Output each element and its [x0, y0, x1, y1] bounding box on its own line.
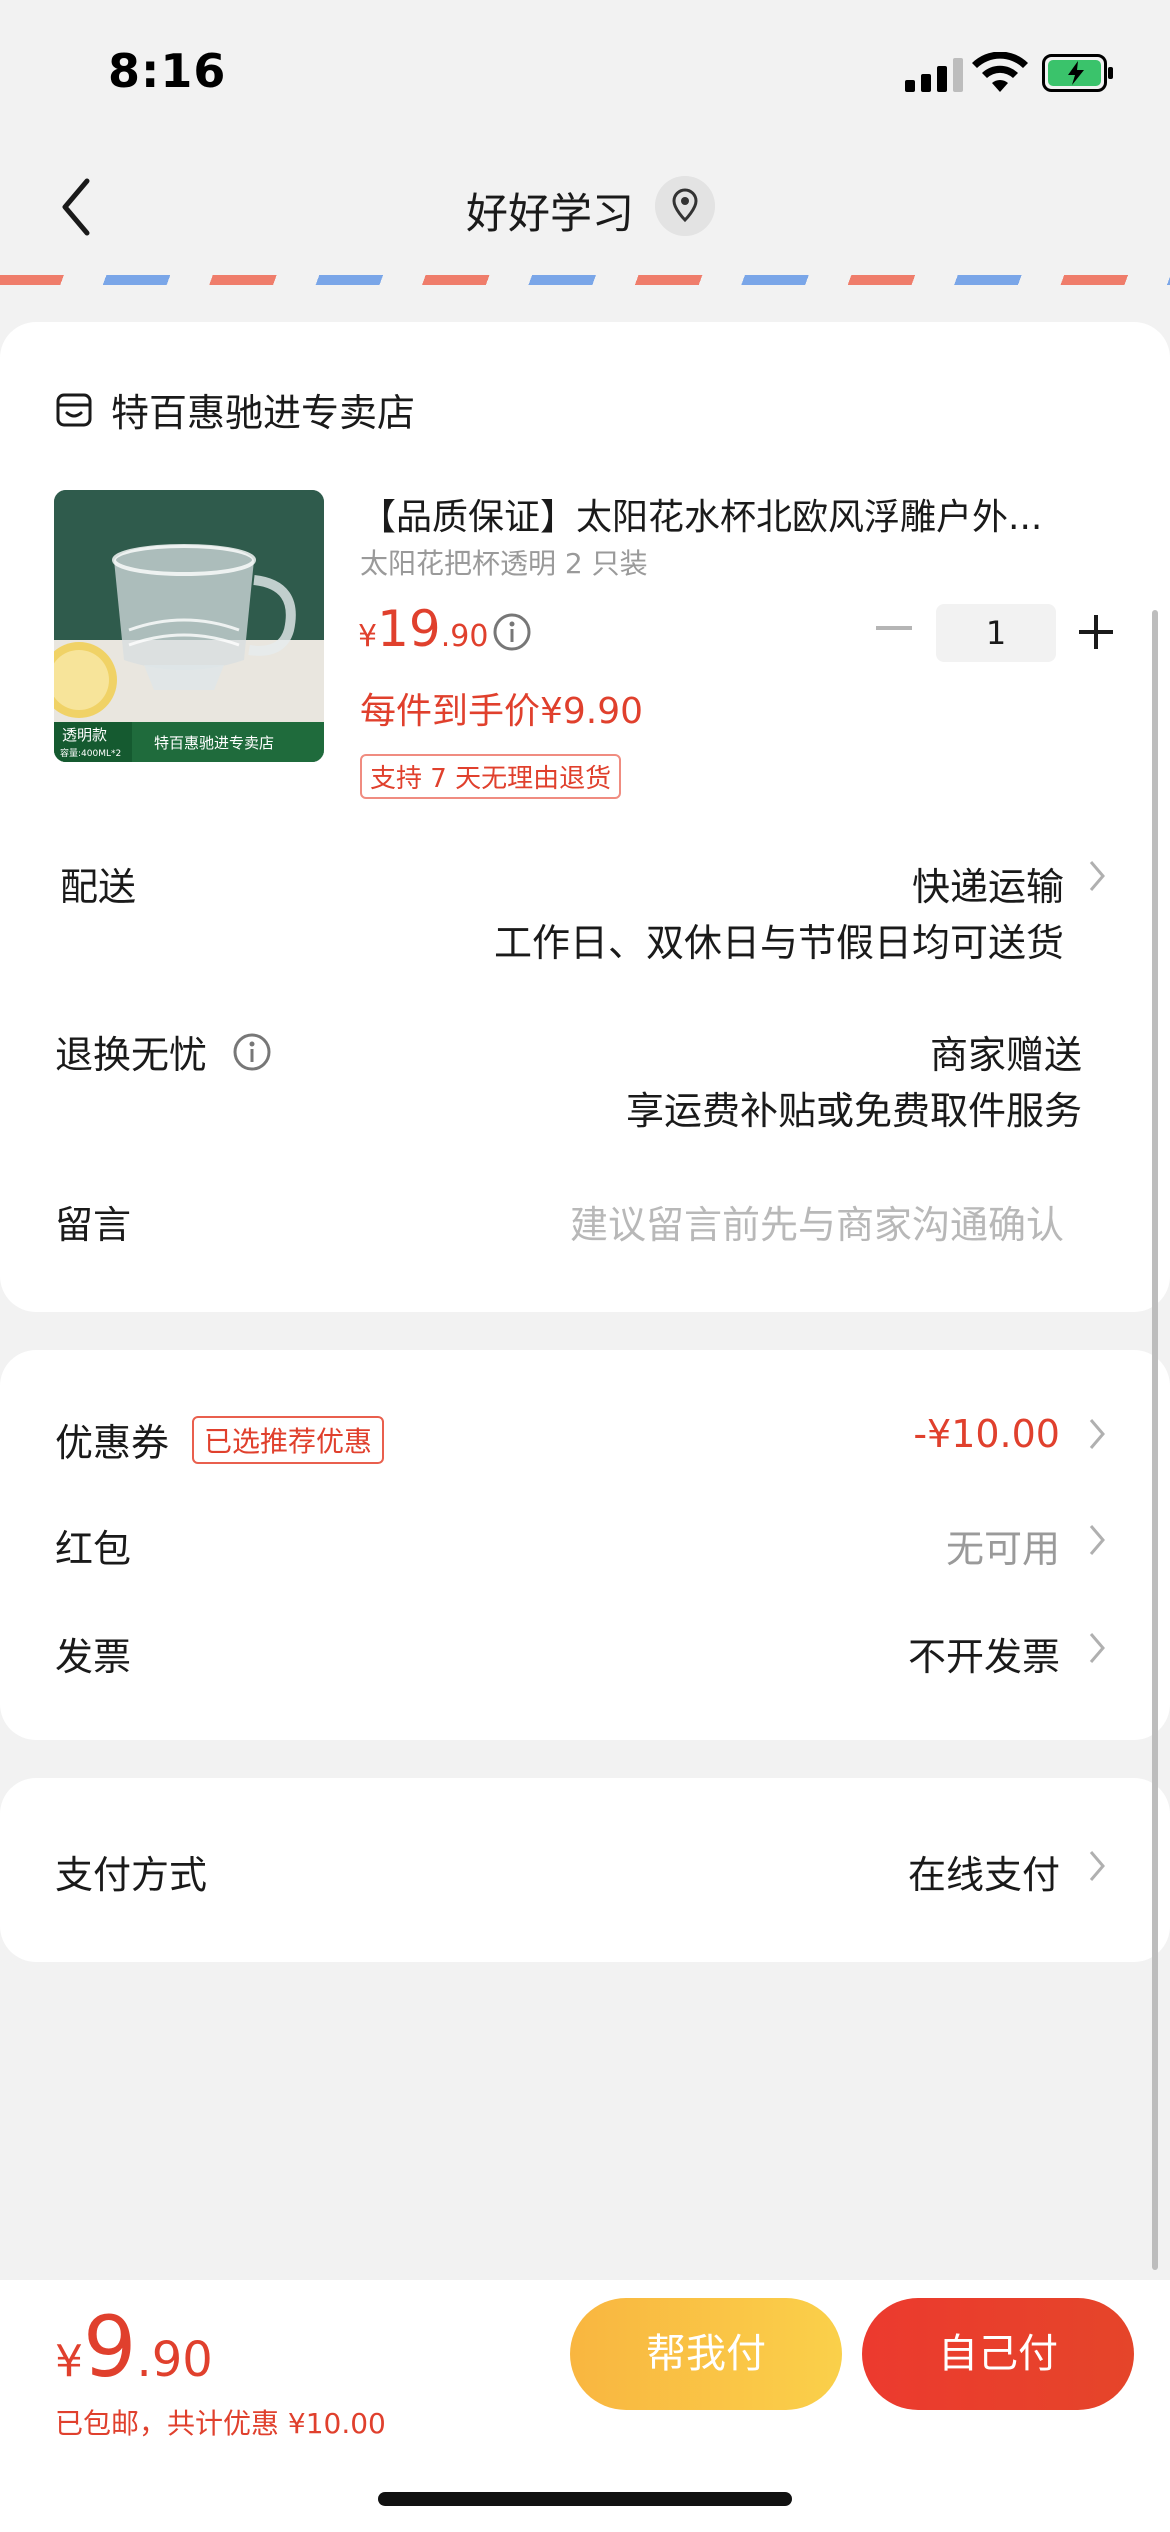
total-integer: 9 — [83, 2298, 137, 2396]
returns-value: 商家赠送 — [929, 1033, 1082, 1077]
quantity-decrease-button[interactable] — [876, 626, 912, 630]
checkout-bar: ¥ 9 .90 已包邮，共计优惠 ¥10.00 帮我付 自己付 — [0, 2280, 1170, 2532]
order-card: 特百惠驰进专卖店 透明款 容量:400ML*2 特百惠驰进专卖店 【品质保证】太… — [0, 322, 1170, 1312]
price-info-icon[interactable] — [492, 612, 532, 652]
coupon-chevron-icon[interactable] — [1088, 1416, 1106, 1452]
redpacket-label: 红包 — [55, 1527, 132, 1571]
location-pin-icon[interactable] — [655, 176, 715, 236]
payment-chevron-icon[interactable] — [1088, 1848, 1106, 1884]
coupon-recommend-badge: 已选推荐优惠 — [192, 1416, 385, 1464]
scrollbar[interactable] — [1152, 610, 1158, 2270]
returns-note: 享运费补贴或免费取件服务 — [625, 1089, 1082, 1133]
coupon-label: 优惠券 — [55, 1421, 170, 1465]
payment-card: 支付方式 在线支付 — [0, 1778, 1170, 1962]
total-symbol: ¥ — [55, 2336, 83, 2387]
unit-price: ¥ 19 .90 — [358, 600, 488, 658]
invoice-value[interactable]: 不开发票 — [908, 1626, 1060, 1681]
total-decimal: .90 — [136, 2332, 213, 2388]
image-capacity-text: 容量:400ML*2 — [60, 747, 121, 759]
price-symbol: ¥ — [358, 619, 378, 654]
help-pay-button[interactable]: 帮我付 — [570, 2298, 842, 2410]
checkout-page: 8:16 好好学习 特百惠驰进专卖店 透明款 容量:400ML*2 特百惠驰进专… — [0, 0, 1170, 2532]
invoice-label: 发票 — [55, 1635, 132, 1679]
discount-card: 优惠券 已选推荐优惠 -¥10.00 红包 无可用 发票 不开发票 — [0, 1350, 1170, 1740]
wifi-icon — [972, 52, 1028, 92]
shop-icon — [56, 393, 92, 426]
total-price: ¥ 9 .90 — [55, 2298, 213, 2396]
quantity-increase-button[interactable] — [1076, 612, 1116, 652]
payment-method-label: 支付方式 — [55, 1853, 208, 1897]
price-decimal: .90 — [440, 619, 489, 654]
self-pay-button[interactable]: 自己付 — [862, 2298, 1134, 2410]
shop-row[interactable]: 特百惠驰进专卖店 — [55, 382, 415, 437]
shipping-discount-note: 已包邮，共计优惠 ¥10.00 — [55, 2407, 386, 2440]
home-indicator — [378, 2492, 792, 2506]
redpacket-chevron-icon[interactable] — [1088, 1522, 1106, 1558]
signal-icon — [905, 56, 963, 92]
redpacket-value[interactable]: 无可用 — [946, 1518, 1060, 1573]
delivery-chevron-icon[interactable] — [1088, 858, 1106, 894]
returns-label: 退换无忧 — [55, 1033, 208, 1077]
payment-method-value[interactable]: 在线支付 — [908, 1844, 1060, 1899]
battery-icon — [1042, 54, 1113, 92]
status-time: 8:16 — [108, 44, 227, 98]
quantity-input[interactable]: 1 — [936, 604, 1056, 662]
shop-name: 特百惠驰进专卖店 — [111, 391, 416, 435]
price-integer: 19 — [377, 600, 441, 658]
returns-info-icon[interactable] — [232, 1032, 272, 1072]
coupon-value[interactable]: -¥10.00 — [913, 1412, 1060, 1456]
message-input[interactable]: 建议留言前先与商家沟通确认 — [570, 1194, 1064, 1249]
delivery-method[interactable]: 快递运输 — [912, 856, 1064, 911]
final-price: 每件到手价¥9.90 — [360, 691, 644, 732]
page-title: 好好学习 — [465, 189, 634, 238]
address-airmail-strip — [0, 275, 1170, 285]
image-tag-text: 透明款 — [62, 726, 107, 744]
delivery-label: 配送 — [60, 865, 137, 909]
message-label: 留言 — [55, 1203, 132, 1247]
image-store-text: 特百惠驰进专卖店 — [154, 734, 274, 752]
nav-bar: 好好学习 — [0, 140, 1170, 275]
product-spec[interactable]: 太阳花把杯透明 2 只装 — [360, 542, 648, 582]
product-title[interactable]: 【品质保证】太阳花水杯北欧风浮雕户外... — [360, 488, 1120, 540]
invoice-chevron-icon[interactable] — [1088, 1630, 1106, 1666]
return-policy-badge: 支持 7 天无理由退货 — [360, 754, 622, 799]
delivery-note: 工作日、双休日与节假日均可送货 — [493, 921, 1064, 965]
product-image[interactable]: 透明款 容量:400ML*2 特百惠驰进专卖店 — [54, 490, 324, 762]
status-bar: 8:16 — [0, 0, 1170, 140]
